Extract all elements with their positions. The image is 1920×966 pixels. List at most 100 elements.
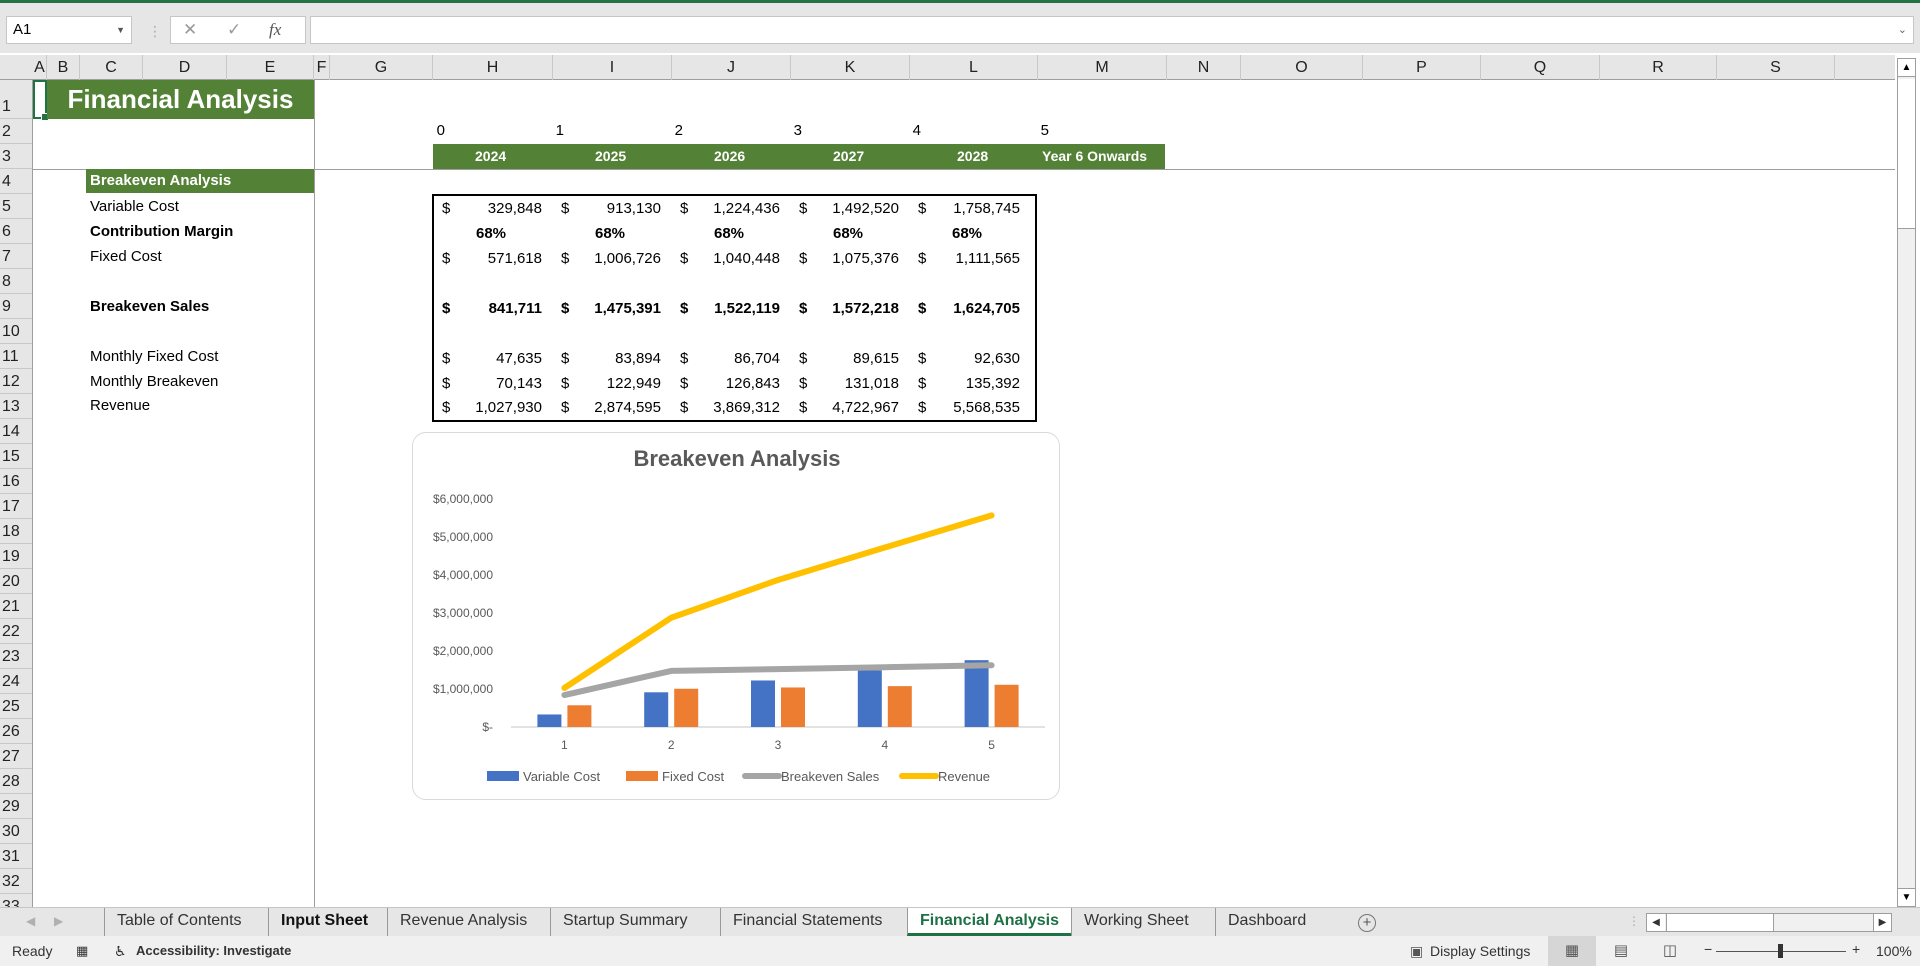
formula-input[interactable]: ⌄ — [310, 16, 1914, 44]
cell-monthly-breakeven[interactable]: 70,143 — [462, 371, 542, 396]
zoom-level[interactable]: 100% — [1876, 943, 1912, 959]
vertical-scroll-thumb[interactable] — [1898, 79, 1915, 229]
row-header-33[interactable]: 33 — [0, 894, 32, 907]
cell-revenue[interactable]: 2,874,595 — [581, 395, 661, 420]
cell-contribution-margin[interactable]: 68% — [714, 221, 744, 246]
column-header-m[interactable]: M — [1038, 55, 1167, 80]
normal-view-icon[interactable]: ▦ — [1548, 936, 1596, 966]
cell-breakeven-sales[interactable]: 1,572,218 — [819, 296, 899, 321]
cell-contribution-margin[interactable]: 68% — [476, 221, 506, 246]
expand-formula-icon[interactable]: ⌄ — [1898, 23, 1907, 36]
cell-contribution-margin[interactable]: 68% — [595, 221, 625, 246]
horizontal-scroll-thumb[interactable] — [1666, 914, 1774, 931]
cell-revenue[interactable]: 1,027,930 — [462, 395, 542, 420]
row-header-5[interactable]: 5 — [0, 194, 32, 219]
row-header-22[interactable]: 22 — [0, 619, 32, 644]
macro-record-icon[interactable]: ▦ — [76, 943, 88, 959]
cell-variable-cost[interactable]: 1,224,436 — [700, 196, 780, 221]
cell-variable-cost[interactable]: 1,758,745 — [940, 196, 1020, 221]
scroll-left-icon[interactable]: ◀ — [1647, 914, 1665, 931]
cell-breakeven-sales[interactable]: 1,475,391 — [581, 296, 661, 321]
column-header-d[interactable]: D — [143, 55, 227, 80]
cell-fixed-cost[interactable]: 571,618 — [462, 246, 542, 271]
row-header-8[interactable]: 8 — [0, 269, 32, 294]
cell-monthly-fixed-cost[interactable]: 92,630 — [940, 346, 1020, 371]
cell-monthly-fixed-cost[interactable]: 89,615 — [819, 346, 899, 371]
column-header-e[interactable]: E — [227, 55, 314, 80]
display-settings-button[interactable]: Display Settings — [1430, 943, 1530, 959]
cell-monthly-fixed-cost[interactable]: 83,894 — [581, 346, 661, 371]
row-header-16[interactable]: 16 — [0, 469, 32, 494]
scroll-down-icon[interactable]: ▼ — [1898, 888, 1915, 906]
row-header-26[interactable]: 26 — [0, 719, 32, 744]
row-header-24[interactable]: 24 — [0, 669, 32, 694]
zoom-in-icon[interactable]: + — [1852, 941, 1860, 957]
cell-revenue[interactable]: 5,568,535 — [940, 395, 1020, 420]
next-sheet-icon[interactable]: ▶ — [54, 914, 63, 928]
column-header-j[interactable]: J — [672, 55, 791, 80]
cell-monthly-breakeven[interactable]: 135,392 — [940, 371, 1020, 396]
row-header-7[interactable]: 7 — [0, 244, 32, 269]
row-header-19[interactable]: 19 — [0, 544, 32, 569]
cell-contribution-margin[interactable]: 68% — [952, 221, 982, 246]
row-header-15[interactable]: 15 — [0, 444, 32, 469]
insert-function-icon[interactable]: fx — [269, 20, 281, 40]
column-header-s[interactable]: S — [1717, 55, 1835, 80]
row-header-12[interactable]: 12 — [0, 369, 32, 394]
column-header-q[interactable]: Q — [1481, 55, 1600, 80]
zoom-slider-knob[interactable] — [1778, 944, 1783, 958]
cell-variable-cost[interactable]: 913,130 — [581, 196, 661, 221]
scroll-up-icon[interactable]: ▲ — [1898, 59, 1915, 77]
column-header-h[interactable]: H — [433, 55, 553, 80]
row-header-14[interactable]: 14 — [0, 419, 32, 444]
row-header-6[interactable]: 6 — [0, 219, 32, 244]
accessibility-icon[interactable]: ♿ — [114, 943, 127, 960]
sheet-tab-financial-analysis[interactable]: Financial Analysis — [907, 908, 1073, 936]
active-cell-a1[interactable] — [33, 80, 49, 121]
row-header-27[interactable]: 27 — [0, 744, 32, 769]
prev-sheet-icon[interactable]: ◀ — [26, 914, 35, 928]
row-header-1[interactable]: 1 — [0, 80, 32, 119]
row-header-17[interactable]: 17 — [0, 494, 32, 519]
sheet-tab-financial-statements[interactable]: Financial Statements — [720, 908, 894, 936]
zoom-slider[interactable] — [1716, 944, 1846, 958]
cell-fixed-cost[interactable]: 1,040,448 — [700, 246, 780, 271]
row-header-30[interactable]: 30 — [0, 819, 32, 844]
worksheet-grid[interactable]: Financial Analysis 0 1 2 3 4 5 2024 2025… — [33, 80, 1895, 907]
cell-breakeven-sales[interactable]: 841,711 — [462, 296, 542, 321]
cell-variable-cost[interactable]: 329,848 — [462, 196, 542, 221]
column-header-b[interactable]: B — [47, 55, 80, 80]
column-header-k[interactable]: K — [791, 55, 910, 80]
horizontal-scrollbar[interactable]: ◀ ▶ — [1646, 913, 1892, 932]
row-header-29[interactable]: 29 — [0, 794, 32, 819]
row-header-21[interactable]: 21 — [0, 594, 32, 619]
column-header-a[interactable]: A — [33, 55, 47, 80]
name-box[interactable]: A1 ▼ — [6, 16, 132, 44]
cell-monthly-breakeven[interactable]: 122,949 — [581, 371, 661, 396]
sheet-tab-working-sheet[interactable]: Working Sheet — [1071, 908, 1201, 936]
column-header-c[interactable]: C — [80, 55, 143, 80]
display-settings-icon[interactable]: ▣ — [1410, 943, 1423, 960]
row-header-25[interactable]: 25 — [0, 694, 32, 719]
cell-fixed-cost[interactable]: 1,006,726 — [581, 246, 661, 271]
row-header-18[interactable]: 18 — [0, 519, 32, 544]
row-header-23[interactable]: 23 — [0, 644, 32, 669]
cell-monthly-fixed-cost[interactable]: 47,635 — [462, 346, 542, 371]
sheet-tab-dashboard[interactable]: Dashboard — [1215, 908, 1318, 936]
sheet-tab-startup-summary[interactable]: Startup Summary — [550, 908, 699, 936]
cell-fixed-cost[interactable]: 1,075,376 — [819, 246, 899, 271]
zoom-out-icon[interactable]: − — [1704, 941, 1712, 957]
cell-contribution-margin[interactable]: 68% — [833, 221, 863, 246]
row-header-32[interactable]: 32 — [0, 869, 32, 894]
cell-fixed-cost[interactable]: 1,111,565 — [940, 246, 1020, 271]
row-header-11[interactable]: 11 — [0, 344, 32, 369]
column-header-f[interactable]: F — [314, 55, 330, 80]
vertical-scrollbar[interactable]: ▲ ▼ — [1897, 58, 1916, 907]
row-header-3[interactable]: 3 — [0, 144, 32, 169]
page-break-preview-icon[interactable]: ◫ — [1646, 936, 1694, 966]
enter-icon[interactable]: ✓ — [227, 20, 241, 40]
breakeven-chart[interactable]: Breakeven Analysis $- $1,000,000 $2,000,000… — [412, 432, 1060, 800]
cell-monthly-fixed-cost[interactable]: 86,704 — [700, 346, 780, 371]
row-header-20[interactable]: 20 — [0, 569, 32, 594]
add-sheet-icon[interactable]: + — [1358, 914, 1376, 932]
